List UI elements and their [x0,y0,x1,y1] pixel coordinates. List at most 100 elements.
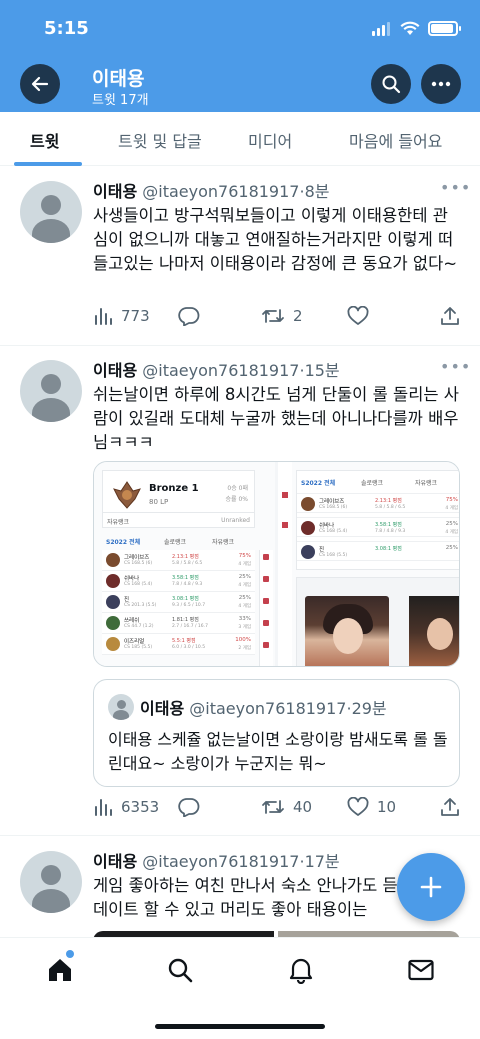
tab-tweets-and-replies[interactable]: 트윗 및 답글 [118,128,202,152]
like-button[interactable] [347,306,369,326]
tweet-time: 29분 [351,699,387,718]
tweet-more-icon[interactable]: ••• [440,357,471,376]
champion-winrate: 100% [235,637,251,643]
display-name: 이태용 [140,699,185,718]
search-button[interactable] [371,64,411,104]
tab-tweets[interactable]: 트윗 [30,128,59,152]
champion-cs: CS 168.5 (6) [319,505,348,510]
plus-icon [420,876,442,898]
champion-row: 쉬바나 CS 168 (5.4) 3.58:1 평점 7.8 / 4.8 / 9… [102,571,255,592]
display-name[interactable]: 이태용 [93,361,137,380]
user-handle: @itaeyon76181917 [142,182,300,201]
flex-rank-row: 자유랭크 Unranked [102,512,255,528]
champion-kda-detail: 7.8 / 4.8 / 9.3 [375,529,406,534]
champion-cs: CS 168.5 (6) [124,561,153,566]
display-name[interactable]: 이태용 [93,852,137,871]
tweet-time[interactable]: 15분 [305,361,340,380]
share-button[interactable] [440,306,460,326]
home-icon [49,959,71,981]
avatar[interactable] [20,360,82,422]
tweet-more-icon[interactable]: ••• [440,178,471,197]
new-content-indicator [66,950,74,958]
reply-button[interactable] [178,306,200,326]
profile-tabs: 트윗 트윗 및 답글 미디어 마음에 들어요 [0,112,480,166]
tab-media[interactable]: 미디어 [248,128,292,152]
champion-name: 쓰레쉬 [124,618,140,624]
bar-chart-icon [95,308,112,325]
champion-winrate: 25% [445,545,458,551]
rank-winrate: 승률 0% [225,496,248,503]
rank-record: 0승 0패 승률 0% [226,483,248,505]
champion-name: 쉬바나 [319,523,335,529]
tweet-media-grid[interactable]: Bronze 1 80 LP 0승 0패 승률 0% 자유랭크 Unranked… [93,461,460,667]
retweet-button[interactable]: 2 [261,306,303,326]
tab-likes[interactable]: 마음에 들어요 [349,128,442,152]
champion-kda-detail: 9.3 / 6.5 / 10.7 [172,603,206,608]
tweet-text: 게임 좋아하는 여친 만나서 숙소 안나가도 듣고 데이트 할 수 있고 머리도… [93,876,413,919]
views-button[interactable]: 6353 [93,797,159,817]
champion-cs: CS 185 (5.5) [124,645,153,650]
profile-header: 이태용 트윗 17개 [0,62,480,108]
tweet-time[interactable]: 17분 [305,852,340,871]
champion-kda-detail: 5.8 / 5.8 / 6.5 [375,505,406,510]
tweet-meta: 이태용 @itaeyon76181917·15분 [93,357,340,381]
solo-tab: 솔로랭크 [361,480,384,487]
bronze-emblem-icon [113,481,141,509]
champion-cs: CS 44.7 (1.2) [124,624,154,629]
share-button[interactable] [440,797,460,817]
champion-winrate: 75% [238,553,251,559]
media-image-rank-and-drama[interactable]: S2022 전체 솔로랭크 자유랭크 그레이브즈 CS 168.5 (6) 2.… [278,462,459,666]
battery-icon [428,21,461,36]
champion-row: 진 CS 168 (5.5) 3.08:1 평점 25% [297,541,459,561]
profile-header-bar: 5:15 이태용 트윗 17개 [0,0,480,112]
mail-icon [408,959,434,981]
more-button[interactable] [421,64,461,104]
season-tabs: S2022 전체 솔로랭크 자유랭크 [102,534,255,548]
champion-kda: 2.13:1 평점 [172,554,199,560]
back-button[interactable] [20,64,60,104]
champion-winrate: 25% [445,521,458,527]
tweet[interactable]: 이태용 @itaeyon76181917·15분 ••• 쉬는날이면 하루에 8… [0,346,480,836]
tweet-meta: 이태용 @itaeyon76181917·8분 [93,178,329,202]
reply-button[interactable] [178,797,200,817]
drama-photo-panel [296,577,459,666]
compose-tweet-button[interactable] [397,853,465,921]
display-name[interactable]: 이태용 [93,182,137,201]
quoted-tweet[interactable]: 이태용 @itaeyon76181917·29분 이태용 스케쥴 없는날이면 소… [93,679,460,787]
flex-tab: 자유랭크 [415,480,438,487]
side-strip [259,550,273,666]
retweet-count: 40 [293,798,313,816]
side-strip [278,462,292,666]
champion-icon [106,553,120,567]
avatar[interactable] [20,851,82,913]
nav-search[interactable] [165,955,195,985]
status-time: 5:15 [44,18,89,39]
rank-tier: Bronze 1 [149,483,199,494]
heart-icon [347,797,369,816]
nav-messages[interactable] [406,955,436,985]
champion-icon [106,637,120,651]
season-tab: S2022 전체 [106,539,141,546]
champion-row: 이즈리얼 CS 185 (5.5) 5.5:1 평점 6.0 / 3.0 / 1… [102,634,255,655]
nav-home[interactable] [45,955,75,985]
user-handle: @itaeyon76181917 [142,852,300,871]
champion-cs: CS 168 (5.5) [319,553,348,558]
champion-games: 4 게임 [238,604,251,609]
views-button[interactable]: 773 [93,306,150,326]
nav-notifications[interactable] [286,955,316,985]
rank-card: S2022 전체 솔로랭크 자유랭크 그레이브즈 CS 168.5 (6) 2.… [296,470,459,570]
tweet-time[interactable]: 8분 [305,182,330,201]
champion-icon [106,616,120,630]
champion-name: 쉬바나 [124,576,140,582]
champion-name: 진 [319,547,325,553]
flex-rank-label: 자유랭크 [107,519,130,526]
champion-games: 2 게임 [238,646,251,651]
media-image-rank-screenshot[interactable]: Bronze 1 80 LP 0승 0패 승률 0% 자유랭크 Unranked… [94,462,275,666]
wifi-icon [400,21,420,35]
tweet[interactable]: 이태용 @itaeyon76181917·8분 ••• 사생들이고 방구석뭐보들… [0,166,480,346]
champion-kda: 1.81:1 평점 [172,617,199,623]
champion-row: 쉬바나 CS 168 (5.4) 3.58:1 평점 7.8 / 4.8 / 9… [297,517,459,537]
avatar[interactable] [20,181,82,243]
retweet-button[interactable]: 40 [261,797,312,817]
like-button[interactable]: 10 [347,797,396,817]
